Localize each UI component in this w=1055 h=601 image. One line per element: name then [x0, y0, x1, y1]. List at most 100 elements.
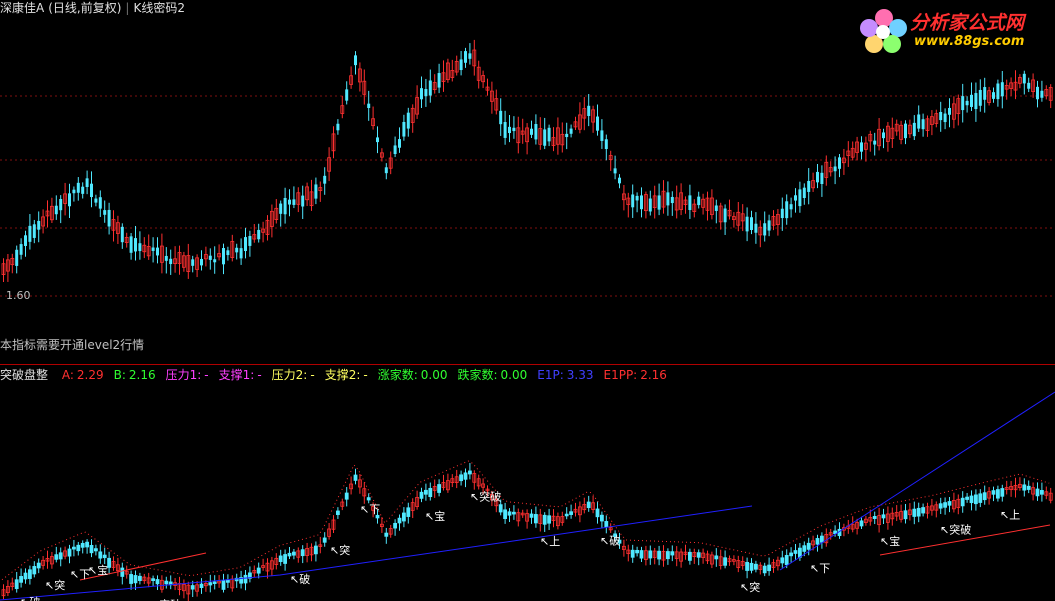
signal-marker-label: ↖宝 — [425, 509, 445, 523]
indicator-candle-body — [208, 582, 213, 586]
candle-body — [235, 247, 239, 253]
candle-body — [424, 89, 428, 97]
price-low-label: 1.60 — [6, 289, 31, 302]
indicator-value-label: 跌家数: — [457, 368, 498, 382]
candle-body — [508, 126, 511, 134]
indicator-candle-body — [529, 513, 534, 518]
indicator-candle-body — [120, 567, 125, 577]
indicator-candle-body — [754, 563, 758, 570]
indicator-candle-body — [32, 566, 37, 575]
indicator-candle-body — [428, 487, 433, 498]
candle-body — [54, 205, 58, 215]
candle-body — [631, 194, 635, 208]
candle-body — [428, 80, 432, 96]
indicator-candle-body — [190, 585, 195, 590]
indicator-candle-body — [94, 548, 98, 552]
indicator-candle-body — [789, 552, 793, 557]
candle-body — [587, 105, 591, 116]
candle-body — [134, 238, 137, 252]
indicator-candle-body — [872, 516, 877, 519]
candle-body — [138, 243, 142, 252]
indicator-value-number: 0.00 — [420, 368, 448, 382]
indicator-panel-name[interactable]: 突破盘整 — [0, 368, 48, 382]
candle-body — [239, 248, 243, 259]
indicator-candle-body — [313, 545, 318, 555]
candle-body — [94, 198, 98, 203]
indicator-value-2: 压力1: - — [166, 368, 209, 382]
indicator-candle-body — [401, 512, 406, 522]
indicator-candle-body — [36, 562, 41, 569]
indicator-candle-body — [586, 501, 591, 509]
indicator-value-label: E1P: — [537, 368, 564, 382]
indicator-candle-body — [58, 552, 63, 560]
indicator-value-number: 2.16 — [640, 368, 667, 382]
candle-body — [279, 203, 283, 214]
indicator-candle-body — [802, 545, 807, 552]
indicator-candle-body — [164, 580, 169, 585]
indicator-candle-body — [98, 551, 103, 559]
indicator-candle-body — [947, 501, 952, 506]
indicator-candle-body — [604, 521, 609, 528]
candle-body — [974, 93, 978, 110]
indicator-candle-body — [366, 497, 371, 501]
blue-trend-line — [0, 505, 753, 601]
signal-marker-label: ↖破 — [290, 572, 310, 586]
indicator-candle-body — [344, 492, 349, 500]
indicator-candle-body — [670, 551, 675, 556]
candle-body — [129, 236, 133, 253]
indicator-candle-body — [1040, 490, 1044, 495]
candle-body — [723, 208, 727, 223]
indicator-candle-body — [859, 520, 864, 527]
candle-body — [323, 175, 327, 184]
candle-body — [248, 235, 252, 246]
candle-body — [657, 195, 661, 210]
candle-body — [543, 129, 547, 146]
candle-body — [948, 107, 951, 115]
candle-body — [785, 201, 789, 219]
signal-marker-label: ↖突 — [330, 543, 350, 557]
indicator-candle-body — [384, 532, 389, 537]
candle-body — [156, 247, 159, 256]
candle-body — [32, 224, 36, 238]
level2-note: 本指标需要开通level2行情 — [0, 338, 145, 352]
candle-body — [37, 220, 41, 230]
candle-body — [833, 166, 837, 172]
kline-chart[interactable]: ↖破↖突↖下↖宝↖突破↖上↖破↖突↖下↖宝↖突破↖上↖破↖突↖下↖宝↖突破↖上 — [0, 0, 1055, 601]
candle-body — [780, 208, 784, 219]
candle-body — [1000, 82, 1004, 97]
indicator-candle-body — [19, 576, 24, 583]
indicator-candle-body — [23, 572, 28, 580]
signal-marker-label: ↖突破 — [150, 597, 181, 601]
signal-marker-label: ↖破 — [20, 595, 40, 601]
indicator-candle-body — [903, 510, 908, 520]
indicator-candle-body — [155, 579, 160, 585]
indicator-value-0: A: 2.29 — [62, 368, 104, 382]
indicator-candle-body — [982, 492, 987, 501]
indicator-value-label: 压力1: — [165, 368, 202, 382]
signal-marker-label: ↖突破 — [940, 523, 971, 537]
indicator-candle-body — [996, 489, 1000, 499]
indicator-candle-body — [595, 508, 600, 518]
indicator-candle-body — [793, 550, 798, 554]
indicator-candle-body — [688, 551, 692, 561]
indicator-value-9: E1PP: 2.16 — [603, 368, 666, 382]
candle-body — [530, 128, 533, 135]
candle-body — [613, 168, 617, 174]
indicator-candle-body — [27, 569, 32, 579]
signal-marker-label: ↖上 — [540, 535, 560, 548]
candle-body — [376, 137, 379, 143]
indicator-candle-body — [419, 491, 424, 499]
indicator-candle-body — [965, 496, 969, 500]
candle-body — [943, 113, 947, 123]
candle-body — [28, 225, 32, 242]
candle-body — [314, 184, 318, 199]
candle-body — [565, 133, 569, 138]
indicator-candle-body — [723, 557, 727, 566]
indicator-candle-body — [780, 557, 785, 564]
indicator-candle-body — [459, 474, 464, 482]
indicator-candle-body — [881, 514, 886, 519]
signal-marker-label: ↖突 — [740, 580, 760, 594]
indicator-candle-body — [630, 549, 635, 558]
indicator-candle-body — [393, 522, 398, 529]
candle-body — [635, 195, 639, 201]
